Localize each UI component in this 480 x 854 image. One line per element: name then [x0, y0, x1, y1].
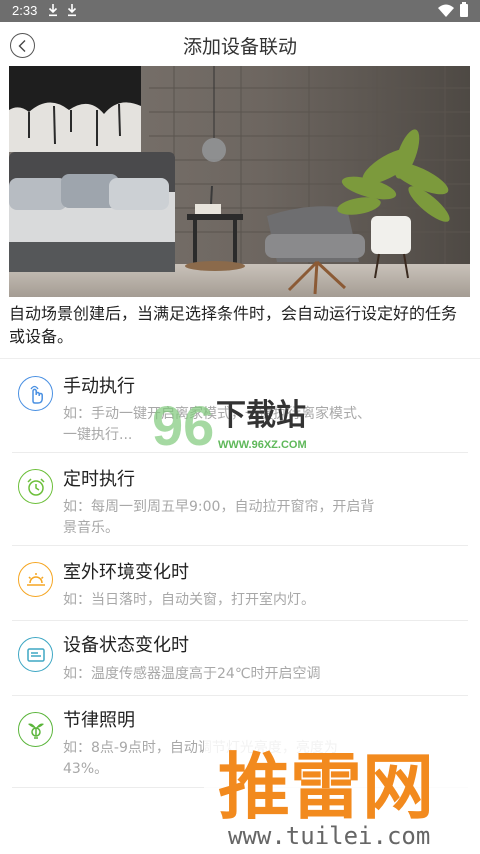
item-title: 室外环境变化时	[63, 562, 189, 583]
item-title: 设备状态变化时	[63, 635, 189, 656]
sunset-icon	[18, 562, 53, 597]
item-title: 节律照明	[63, 710, 135, 731]
device-status-icon	[18, 637, 53, 672]
intro-text: 自动场景创建后，当满足选择条件时，会自动运行设定好的任务或设备。	[9, 304, 458, 346]
item-description: 如：当日落时，自动关窗，打开室内灯。	[63, 592, 315, 608]
wifi-icon	[438, 4, 454, 17]
download-icon	[67, 4, 77, 17]
watermark-96xz-logo: 96 下载站 WWW.96XZ.COM	[152, 394, 307, 455]
plant-bulb-icon	[18, 712, 53, 747]
watermark-tuilei-name: 推雷网	[218, 745, 434, 829]
alarm-clock-icon	[18, 469, 53, 504]
item-title: 定时执行	[63, 469, 135, 490]
battery-icon	[460, 2, 468, 17]
page-title: 添加设备联动	[182, 36, 297, 58]
item-description: 如：每周一到周五早9:00，自动拉开窗帘，开启背景音乐。	[63, 499, 375, 536]
app-header: 添加设备联动	[0, 22, 480, 66]
watermark-tuilei-url: www.tuilei.com	[228, 822, 430, 850]
watermark-tuilei-logo: 推雷网 www.tuilei.com	[204, 738, 480, 854]
item-description: 如：温度传感器温度高于24℃时开启空调	[63, 666, 321, 682]
watermark-96xz-digits: 96	[152, 394, 214, 455]
item-title: 手动执行	[63, 376, 135, 397]
status-bar: 2:33	[0, 0, 480, 22]
watermark-96xz-url: WWW.96XZ.COM	[218, 439, 307, 451]
status-time: 2:33	[12, 3, 38, 18]
hand-tap-icon	[18, 376, 53, 411]
trigger-item-device-status[interactable]: 设备状态变化时 如：温度传感器温度高于24℃时开启空调	[0, 621, 480, 695]
trigger-item-outdoor[interactable]: 室外环境变化时 如：当日落时，自动关窗，打开室内灯。	[0, 546, 480, 620]
trigger-item-timed[interactable]: 定时执行 如：每周一到周五早9:00，自动拉开窗帘，开启背景音乐。	[0, 453, 480, 545]
download-icon	[48, 4, 58, 17]
hero-bedroom-image	[9, 66, 470, 297]
watermark-96xz-name: 下载站	[216, 398, 306, 433]
divider	[0, 358, 480, 359]
